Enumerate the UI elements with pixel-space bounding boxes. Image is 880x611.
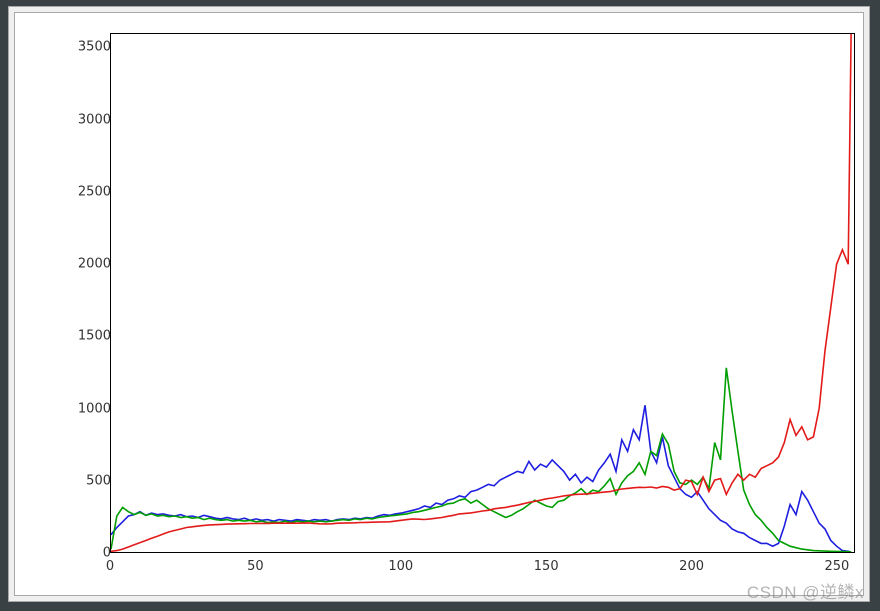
ytick-1000: 1000 bbox=[51, 401, 111, 416]
xtick-250: 250 bbox=[824, 559, 849, 574]
ytick-2000: 2000 bbox=[51, 257, 111, 272]
xtick-100: 100 bbox=[388, 559, 413, 574]
xtick-0: 0 bbox=[106, 559, 114, 574]
ytick-2500: 2500 bbox=[51, 184, 111, 199]
ytick-1500: 1500 bbox=[51, 329, 111, 344]
ytick-0: 0 bbox=[51, 546, 111, 561]
xtick-200: 200 bbox=[679, 559, 704, 574]
series-red bbox=[111, 34, 851, 551]
ytick-3500: 3500 bbox=[51, 40, 111, 55]
ytick-500: 500 bbox=[51, 473, 111, 488]
ytick-3000: 3000 bbox=[51, 112, 111, 127]
plot-area bbox=[110, 33, 855, 553]
series-blue bbox=[111, 405, 851, 552]
chart-lines bbox=[111, 34, 854, 552]
xtick-150: 150 bbox=[534, 559, 559, 574]
window-frame: 0 500 1000 1500 2000 2500 3000 3500 0 50… bbox=[8, 6, 870, 602]
xtick-50: 50 bbox=[247, 559, 264, 574]
figure-canvas: 0 500 1000 1500 2000 2500 3000 3500 0 50… bbox=[14, 12, 864, 596]
